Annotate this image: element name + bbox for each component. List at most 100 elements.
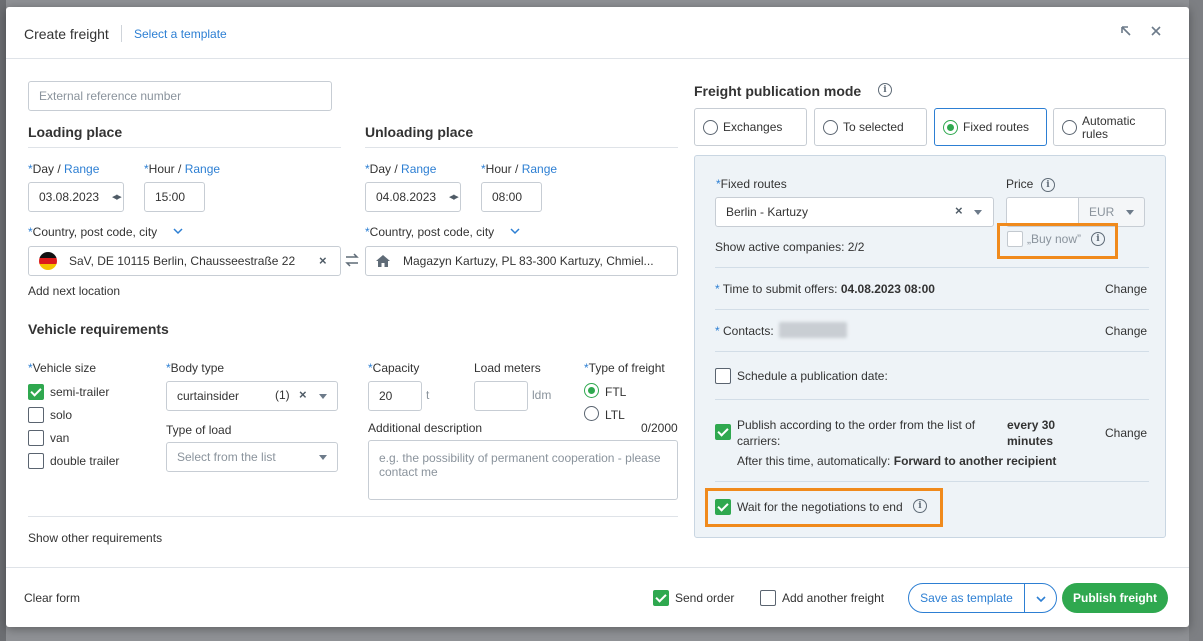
- show-active-companies-link[interactable]: Show active companies: 2/2: [715, 240, 864, 254]
- add-another-checkbox[interactable]: [760, 590, 776, 606]
- mode-fixed-routes[interactable]: Fixed routes: [934, 108, 1047, 146]
- to-selected-radio[interactable]: [823, 120, 838, 135]
- add-next-location-link[interactable]: Add next location: [28, 284, 120, 298]
- capacity-unit: t: [426, 388, 430, 402]
- send-order-checkbox[interactable]: [653, 590, 669, 606]
- schedule-checkbox[interactable]: [715, 368, 731, 384]
- unloading-hour-range-link[interactable]: Range: [522, 162, 557, 176]
- mode-exchanges[interactable]: Exchanges: [694, 108, 807, 146]
- clear-form-link[interactable]: Clear form: [24, 591, 80, 605]
- modal-header: Create freight Select a template: [6, 7, 1189, 59]
- info-icon[interactable]: i: [878, 83, 892, 97]
- fixed-routes-select[interactable]: Berlin - Kartuzy: [715, 197, 994, 227]
- template-menu-button[interactable]: [1024, 583, 1057, 613]
- unloading-location-value: Magazyn Kartuzy, PL 83-300 Kartuzy, Chmi…: [403, 254, 654, 268]
- solo-checkbox[interactable]: [28, 407, 44, 423]
- unloading-day-range-link[interactable]: Range: [401, 162, 436, 176]
- automatic-rules-radio[interactable]: [1062, 120, 1077, 135]
- body-type-label: *Body type: [166, 361, 225, 375]
- mode-label: To selected: [843, 120, 904, 134]
- clear-fixed-routes-icon[interactable]: ×: [955, 203, 963, 218]
- unloading-location-input[interactable]: Magazyn Kartuzy, PL 83-300 Kartuzy, Chmi…: [365, 246, 678, 276]
- body-type-select[interactable]: curtainsider: [166, 381, 338, 411]
- clear-loading-icon[interactable]: ×: [319, 253, 327, 268]
- fixed-routes-radio[interactable]: [943, 120, 958, 135]
- unloading-day-value: 04.08.2023: [376, 190, 437, 204]
- panel-divider: [715, 267, 1149, 268]
- select-template-link[interactable]: Select a template: [134, 27, 227, 41]
- ftl-radio[interactable]: [584, 383, 599, 398]
- caret-down-icon[interactable]: [319, 455, 327, 460]
- loading-hour-input[interactable]: 15:00: [144, 182, 205, 212]
- unloading-day-label: *Day / Range: [365, 162, 437, 176]
- fixed-routes-value: Berlin - Kartuzy: [726, 205, 809, 219]
- mode-to-selected[interactable]: To selected: [814, 108, 927, 146]
- publish-order-checkbox[interactable]: [715, 424, 731, 440]
- semi-trailer-checkbox[interactable]: [28, 384, 44, 400]
- modal-footer: Clear form Send order Add another freigh…: [6, 567, 1189, 627]
- time-to-submit-label: * Time to submit offers: 04.08.2023 08:0…: [715, 282, 935, 296]
- swap-icon[interactable]: [344, 252, 360, 271]
- fixed-routes-label: *Fixed routes: [716, 177, 787, 191]
- double-trailer-label: double trailer: [50, 454, 120, 468]
- chevron-down-icon: [1036, 596, 1046, 603]
- external-reference-input[interactable]: [28, 81, 332, 111]
- unloading-day-input[interactable]: 04.08.2023 ◀▶: [365, 182, 461, 212]
- mode-label: Automatic rules: [1082, 114, 1136, 141]
- caret-down-icon[interactable]: [319, 394, 327, 399]
- clear-body-type-icon[interactable]: ×: [299, 387, 307, 402]
- send-order-label: Send order: [675, 591, 735, 605]
- loading-hour-range-link[interactable]: Range: [185, 162, 220, 176]
- save-as-template-button[interactable]: Save as template: [908, 583, 1025, 613]
- panel-divider: [715, 309, 1149, 310]
- capacity-input[interactable]: 20: [368, 381, 422, 411]
- caret-down-icon[interactable]: [974, 210, 982, 215]
- close-icon[interactable]: [1148, 23, 1164, 39]
- save-template-label: Save as template: [920, 591, 1013, 605]
- show-other-requirements-link[interactable]: Show other requirements: [28, 531, 162, 545]
- change-contacts-link[interactable]: Change: [1105, 324, 1147, 338]
- schedule-label: Schedule a publication date:: [737, 369, 888, 383]
- exchanges-radio[interactable]: [703, 120, 718, 135]
- unloading-divider: [365, 147, 678, 148]
- type-of-load-select[interactable]: Select from the list: [166, 442, 338, 472]
- chevron-down-icon[interactable]: [509, 225, 521, 240]
- home-icon: [375, 253, 391, 272]
- header-divider: [121, 25, 122, 42]
- change-publish-link[interactable]: Change: [1105, 426, 1147, 440]
- buy-now-highlight: [997, 223, 1118, 259]
- van-checkbox[interactable]: [28, 430, 44, 446]
- loading-day-input[interactable]: 03.08.2023 ◀▶: [28, 182, 124, 212]
- add-another-label: Add another freight: [782, 591, 885, 605]
- loading-day-range-link[interactable]: Range: [64, 162, 99, 176]
- semi-trailer-label: semi-trailer: [50, 385, 110, 399]
- load-meters-unit: ldm: [532, 388, 552, 402]
- create-freight-modal: Create freight Select a template Loading…: [6, 7, 1189, 627]
- after-time-value: Forward to another recipient: [893, 454, 1057, 468]
- chevron-down-icon[interactable]: [172, 225, 184, 240]
- loading-location-value: SaV, DE 10115 Berlin, Chausseestraße 22: [69, 254, 296, 268]
- unloading-hour-input[interactable]: 08:00: [481, 182, 542, 212]
- load-meters-label: Load meters: [474, 361, 541, 375]
- minimize-icon[interactable]: [1118, 23, 1134, 39]
- description-counter: 0/2000: [641, 421, 678, 435]
- info-icon[interactable]: i: [1041, 178, 1055, 192]
- load-meters-input[interactable]: [474, 381, 528, 411]
- double-trailer-checkbox[interactable]: [28, 453, 44, 469]
- van-label: van: [50, 431, 70, 445]
- mode-automatic-rules[interactable]: Automatic rules: [1053, 108, 1166, 146]
- additional-description-label: Additional description: [368, 421, 483, 435]
- day-spinner-icon[interactable]: ◀▶: [112, 193, 122, 201]
- loading-hour-label: *Hour / Range: [144, 162, 221, 176]
- day-spinner-icon[interactable]: ◀▶: [449, 193, 459, 201]
- panel-divider: [715, 481, 1149, 482]
- loading-hour-value: 15:00: [155, 190, 186, 204]
- change-time-link[interactable]: Change: [1105, 282, 1147, 296]
- ltl-radio[interactable]: [584, 406, 599, 421]
- vehicle-divider: [28, 516, 678, 517]
- additional-description-input[interactable]: [368, 440, 678, 500]
- publish-freight-button[interactable]: Publish freight: [1062, 583, 1168, 613]
- unloading-hour-label: *Hour / Range: [481, 162, 558, 176]
- caret-down-icon[interactable]: [1126, 210, 1134, 215]
- loading-location-input[interactable]: SaV, DE 10115 Berlin, Chausseestraße 22: [28, 246, 341, 276]
